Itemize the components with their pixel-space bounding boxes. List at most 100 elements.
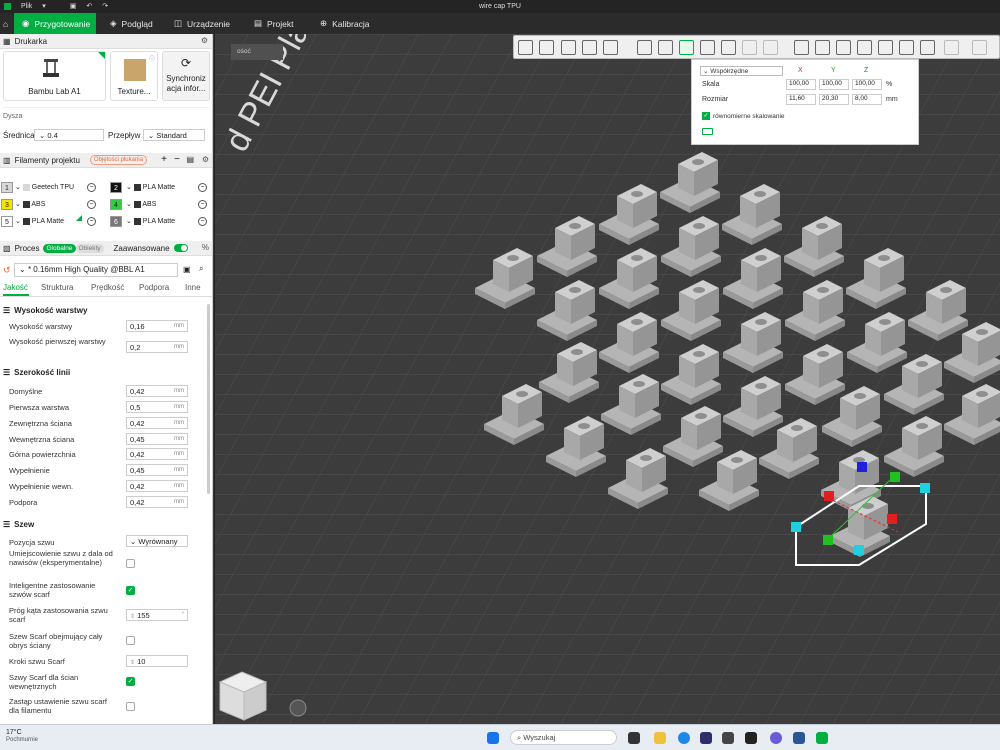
bambu-studio-icon[interactable]	[816, 732, 828, 744]
filaments-section-header[interactable]: ▥ Filamenty projektu Objętości płukania …	[0, 153, 212, 168]
scale-handle[interactable]	[920, 483, 930, 493]
stepper-icon[interactable]: ⇕	[130, 614, 135, 620]
scarf-angle-input[interactable]: ⇕ 155 °	[126, 609, 188, 621]
filament-name-3[interactable]: ⌄ ABS	[15, 200, 45, 208]
file-explorer-icon[interactable]	[654, 732, 666, 744]
reset-scale-icon[interactable]	[702, 128, 713, 135]
app-icon[interactable]	[745, 732, 757, 744]
add-object-icon[interactable]	[518, 40, 533, 55]
filament-name-1[interactable]: ⌄ Geetech TPU	[15, 183, 74, 191]
layers-3d-icon[interactable]	[920, 40, 935, 55]
seam-paint-icon[interactable]	[836, 40, 851, 55]
coordinates-select[interactable]: ⌄ Współrzędne	[700, 66, 783, 76]
remove-filament-icon[interactable]: −	[198, 183, 207, 192]
scarf-steps-input[interactable]: ⇕ 10	[126, 655, 188, 667]
size-z-input[interactable]: 8,00	[852, 94, 882, 105]
scale-icon[interactable]	[679, 40, 694, 55]
text-icon[interactable]	[815, 40, 830, 55]
move-icon[interactable]	[637, 40, 652, 55]
tab-preview[interactable]: ◈ Podgląd	[102, 13, 161, 34]
plate-list-icon[interactable]	[603, 40, 618, 55]
scarf-full-checkbox[interactable]	[126, 636, 135, 645]
line-width-input[interactable]: 0,45 mm	[126, 433, 188, 445]
first-layer-height-input[interactable]: 0,2 mm	[126, 341, 188, 353]
axis-y-handle[interactable]	[890, 472, 900, 482]
size-x-input[interactable]: 11,60	[786, 94, 816, 105]
filament-slot-2[interactable]: 2	[110, 182, 122, 193]
plate-card[interactable]: ⓘ Texture...	[110, 51, 158, 101]
add-icon[interactable]: +	[161, 154, 167, 165]
task-view-icon[interactable]	[628, 732, 640, 744]
printer-section-header[interactable]: ▦ Drukarka ⚙	[0, 34, 212, 49]
line-width-input[interactable]: 0,42 mm	[126, 385, 188, 397]
home-button[interactable]: ⌂	[0, 13, 14, 34]
app-icon[interactable]	[700, 732, 712, 744]
edge-icon[interactable]	[678, 732, 690, 744]
filament-slot-3[interactable]: 3	[1, 199, 13, 210]
gear-icon[interactable]: ⚙	[201, 36, 208, 45]
advanced-switch[interactable]	[173, 244, 188, 252]
subtab-speed[interactable]: Prędkość	[91, 283, 124, 292]
overhang-checkbox[interactable]	[126, 559, 135, 568]
filament-slot-5[interactable]: 5	[1, 216, 13, 227]
filament-name-5[interactable]: ⌄ PLA Matte	[15, 217, 64, 225]
flush-volume-button[interactable]: Objętości płukania	[89, 155, 147, 165]
cut-icon[interactable]	[721, 40, 736, 55]
axis-x-handle[interactable]	[824, 491, 834, 501]
variable-layer-icon[interactable]	[899, 40, 914, 55]
remove-filament-icon[interactable]: −	[87, 217, 96, 226]
scale-z-input[interactable]: 100,00	[852, 79, 882, 90]
scale-handle[interactable]	[854, 545, 864, 555]
scale-y-input[interactable]: 100,00	[819, 79, 849, 90]
scarf-inner-checkbox[interactable]: ✓	[126, 677, 135, 686]
line-width-input[interactable]: 0,42 mm	[126, 496, 188, 508]
flow-select[interactable]: ⌄ Standard	[143, 129, 205, 141]
info-icon[interactable]: ⓘ	[149, 54, 155, 63]
list-icon[interactable]: ▤	[186, 155, 194, 164]
global-toggle[interactable]: Globalne	[43, 243, 76, 253]
subtab-quality[interactable]: Jakość	[3, 283, 28, 292]
subtab-structure[interactable]: Struktura	[41, 283, 73, 292]
tab-prepare[interactable]: ◉ Przygotowanie	[14, 13, 96, 34]
seam-position-select[interactable]: ⌄ Wyrównany	[126, 535, 188, 547]
remove-icon[interactable]: −	[174, 154, 180, 165]
gear-icon[interactable]: ⚙	[202, 155, 209, 164]
arrange-icon[interactable]	[582, 40, 597, 55]
stepper-icon[interactable]: ⇕	[130, 660, 135, 666]
diameter-select[interactable]: ⌄ 0.4	[34, 129, 104, 141]
remove-filament-icon[interactable]: −	[87, 200, 96, 209]
tab-project[interactable]: ▤ Projekt	[246, 13, 302, 34]
start-icon[interactable]	[487, 732, 499, 744]
filament-slot-4[interactable]: 4	[110, 199, 122, 210]
objects-toggle[interactable]: Obiekty	[75, 243, 104, 253]
layer-height-input[interactable]: 0,16 mm	[126, 320, 188, 332]
lay-on-face-icon[interactable]	[700, 40, 715, 55]
scale-handle[interactable]	[791, 522, 801, 532]
line-width-input[interactable]: 0,45 mm	[126, 464, 188, 476]
rotate-icon[interactable]	[658, 40, 673, 55]
measure-icon[interactable]	[857, 40, 872, 55]
tab-device[interactable]: ◫ Urządzenie	[166, 13, 238, 34]
subtab-support[interactable]: Podpora	[139, 283, 169, 292]
weather-widget[interactable]: 17°C Pochmurnie	[6, 729, 38, 743]
remove-filament-icon[interactable]: −	[198, 200, 207, 209]
line-width-input[interactable]: 0,5 mm	[126, 401, 188, 413]
reset-icon[interactable]: ↺	[3, 265, 11, 276]
scarf-replace-checkbox[interactable]	[126, 702, 135, 711]
remove-filament-icon[interactable]: −	[198, 217, 207, 226]
uniform-scale-checkbox[interactable]: ✓	[702, 112, 710, 120]
scarf-checkbox[interactable]: ✓	[126, 586, 135, 595]
sync-button[interactable]: ⟳ Synchroniz acja infor...	[162, 51, 210, 101]
save-preset-icon[interactable]: ▣	[183, 265, 191, 274]
filament-name-4[interactable]: ⌄ ABS	[126, 200, 156, 208]
orient-button[interactable]	[289, 699, 307, 717]
viewport-3d[interactable]: d PEI Plate ośoć ⌄ Współrzędne X Y Z Ska…	[214, 34, 1000, 724]
paint-support-icon[interactable]	[794, 40, 809, 55]
app-icon[interactable]	[722, 732, 734, 744]
app-icon[interactable]	[793, 732, 805, 744]
axis-z-handle[interactable]	[857, 462, 867, 472]
scale-x-input[interactable]: 100,00	[786, 79, 816, 90]
line-width-input[interactable]: 0,42 mm	[126, 480, 188, 492]
preset-select[interactable]: ⌄ * 0.16mm High Quality @BBL A1	[14, 263, 178, 277]
remove-filament-icon[interactable]: −	[87, 183, 96, 192]
